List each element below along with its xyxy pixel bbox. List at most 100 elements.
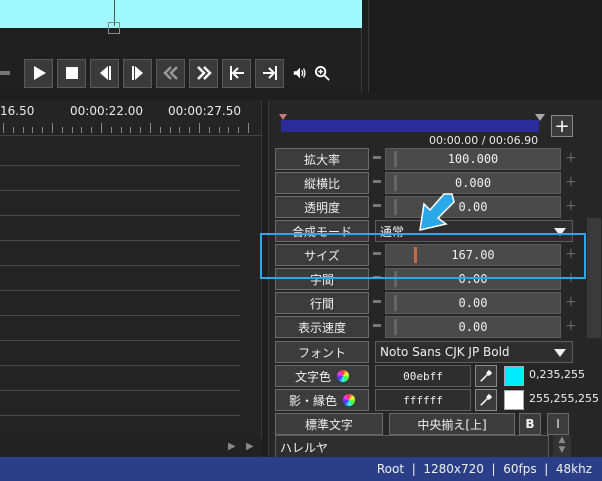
zoom-icon [314,65,330,81]
plus-icon[interactable]: + [565,319,577,333]
preview-resize-handle[interactable] [108,22,120,34]
minus-icon[interactable] [373,324,381,327]
play-icon [33,66,46,80]
fast-forward-button[interactable] [189,58,218,88]
ruler-label: 00:00:22.00 [70,104,143,118]
volume-button[interactable] [290,63,310,83]
minus-icon[interactable] [373,156,381,159]
italic-button[interactable]: I [547,413,569,435]
status-bar: Root | 1280x720 | 60fps | 48khz [0,457,602,481]
top-right-panel [368,0,602,93]
track-divider [0,265,240,266]
minus-icon[interactable] [373,300,381,303]
eyedropper-button[interactable] [475,365,497,387]
plus-icon[interactable]: + [565,199,577,213]
track-divider [0,390,240,391]
rewind-icon [162,66,178,80]
scroll-right-icon[interactable]: ▶ [228,441,236,452]
status-text: Root | 1280x720 | 60fps | 48khz [376,462,592,476]
ruler-tick [120,127,122,133]
shadow-color-swatch[interactable] [504,390,524,410]
aspect-label[interactable]: 縦横比 [275,172,369,194]
step-forward-icon [131,66,143,80]
text-color-hex[interactable]: 00ebff [375,365,471,387]
stop-icon [65,67,78,79]
ruler-tick [238,127,240,133]
object-seekbar[interactable] [281,120,539,132]
bold-button[interactable]: B [519,413,541,435]
timeline-scrollbar[interactable]: ▶ ▶ [0,438,262,456]
ruler-tick [12,127,14,133]
slider-knob[interactable] [394,319,397,335]
prop-row-line-spacing: 行間 0.00 + [275,292,577,314]
plus-icon[interactable]: + [565,295,577,309]
line-spacing-value: 0.00 [458,296,488,310]
plus-icon[interactable]: + [565,151,577,165]
pointer-arrow-icon [419,193,455,231]
rewind-button[interactable] [156,58,185,88]
prop-row-scale: 拡大率 100.000 + [275,148,577,170]
scroll-end-icon[interactable]: ▶ [246,441,254,452]
track-divider [0,315,240,316]
eyedropper-button[interactable] [475,389,497,411]
slider-knob[interactable] [394,151,397,167]
font-value: Noto Sans CJK JP Bold [380,345,510,359]
zoom-button[interactable] [312,63,332,83]
display-speed-value: 0.00 [458,320,488,334]
line-spacing-slider[interactable]: 0.00 [385,292,561,314]
scale-slider[interactable]: 100.000 [385,148,561,170]
add-button[interactable]: + [551,115,573,137]
plus-icon: + [554,115,570,137]
volume-icon [293,67,306,79]
play-button[interactable] [24,58,53,88]
display-speed-slider[interactable]: 0.00 [385,316,561,338]
timeline-panel[interactable]: 16.50 00:00:22.00 00:00:27.50 ▶ ▶ [0,100,262,457]
slider-knob[interactable] [394,295,397,311]
track-divider [0,290,240,291]
text-color-label: 文字色 [294,369,331,384]
stop-button[interactable] [57,58,86,88]
minus-icon[interactable] [373,204,381,207]
transport-divider [0,71,10,75]
align-button[interactable]: 中央揃え[上] [389,413,515,435]
shadow-color-hex[interactable]: ffffff [375,389,471,411]
app-window: 16.50 00:00:22.00 00:00:27.50 ▶ ▶ + 00:0… [0,0,602,481]
prop-row-text-style: 標準文字 中央揃え[上] B I [275,413,575,435]
color-wheel-icon [337,370,349,382]
step-back-button[interactable] [90,58,119,88]
ruler-tick [130,127,132,133]
line-spacing-label[interactable]: 行間 [275,292,369,314]
step-forward-button[interactable] [123,58,152,88]
timeline-ruler[interactable]: 16.50 00:00:22.00 00:00:27.50 [0,100,262,136]
text-content-input[interactable]: ハレルヤ [275,435,549,459]
font-select[interactable]: Noto Sans CJK JP Bold [375,341,573,363]
slider-knob[interactable] [394,175,397,191]
preview-text-fill [0,0,362,28]
ruler-tick [101,123,102,133]
ruler-tick [42,127,44,133]
ruler-label: 16.50 [0,104,35,118]
text-color-button[interactable]: 文字色 [275,365,369,387]
jump-start-button[interactable] [222,58,251,88]
scale-label[interactable]: 拡大率 [275,148,369,170]
aspect-value: 0.000 [454,176,492,190]
opacity-label[interactable]: 透明度 [275,196,369,218]
text-color-swatch[interactable] [504,366,524,386]
ruler-tick [61,127,63,133]
minus-icon[interactable] [373,180,381,183]
seek-end-marker[interactable] [535,114,545,121]
properties-scrollbar[interactable] [587,218,601,338]
seek-start-marker[interactable] [279,114,287,120]
ruler-tick [169,127,171,133]
prop-row-shadow-color: 影・縁色 ffffff 255,255,255 [275,389,599,411]
plus-icon[interactable]: + [565,175,577,189]
ruler-tick [218,127,220,133]
shadow-color-button[interactable]: 影・縁色 [275,389,369,411]
jump-end-button[interactable] [255,58,284,88]
standard-text-button[interactable]: 標準文字 [275,413,383,435]
slider-knob[interactable] [394,199,397,215]
aspect-slider[interactable]: 0.000 [385,172,561,194]
text-color-rgb: 0,235,255 [529,368,585,381]
display-speed-label[interactable]: 表示速度 [275,316,369,338]
text-scroll-icon[interactable]: ▲ ▼ [553,435,571,457]
